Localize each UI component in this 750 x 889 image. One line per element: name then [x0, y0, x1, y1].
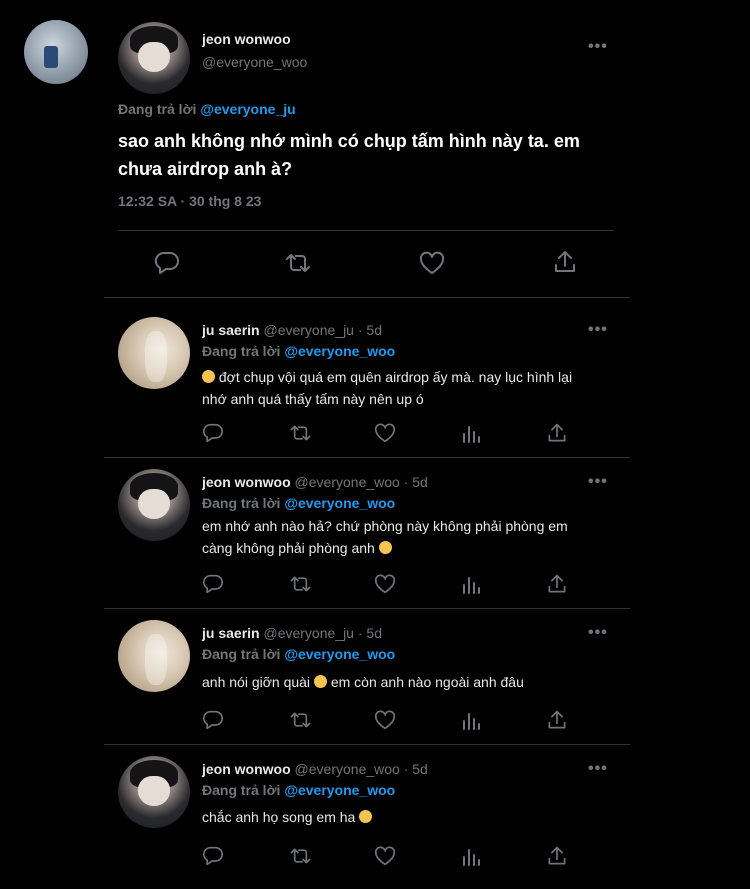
retweet-icon[interactable] — [288, 846, 313, 866]
reply-header: ju saerin @everyone_ju · 5d — [202, 322, 382, 338]
views-icon[interactable] — [461, 711, 481, 731]
more-icon[interactable]: ••• — [588, 760, 608, 778]
tweet-timestamp[interactable]: 12:32 SA · 30 thg 8 23 — [118, 193, 261, 209]
reply-text: em nhớ anh nào hả? chứ phòng này không p… — [202, 518, 568, 556]
heart-icon[interactable] — [373, 846, 397, 866]
reply-author-name[interactable]: jeon wonwoo — [202, 474, 291, 490]
emoji-icon — [359, 810, 373, 823]
reply-time[interactable]: · 5d — [404, 474, 428, 490]
replying-to-link[interactable]: @everyone_woo — [284, 343, 395, 359]
retweet-icon[interactable] — [283, 251, 313, 275]
reply-author-name[interactable]: ju saerin — [202, 322, 260, 338]
replying-prefix: Đang trả lời — [202, 646, 281, 662]
reply-icon[interactable] — [202, 846, 224, 866]
replying-to-line: Đang trả lời @everyone_ju — [118, 101, 296, 117]
views-icon[interactable] — [461, 575, 481, 595]
author-name[interactable]: jeon wonwoo — [202, 31, 291, 47]
author-handle[interactable]: @everyone_woo — [202, 54, 307, 70]
divider — [104, 297, 630, 298]
replying-to-line: Đang trả lời @everyone_woo — [202, 343, 395, 359]
reply-actions — [202, 423, 572, 445]
reply-avatar[interactable] — [118, 317, 190, 389]
replying-to-link[interactable]: @everyone_woo — [284, 495, 395, 511]
reply-avatar[interactable] — [118, 469, 190, 541]
more-icon[interactable]: ••• — [588, 473, 608, 491]
heart-icon[interactable] — [373, 574, 397, 594]
reply-text: đợt chụp vội quá em quên airdrop ấy mà. … — [202, 369, 573, 407]
retweet-icon[interactable] — [288, 423, 313, 443]
replying-to-line: Đang trả lời @everyone_woo — [202, 495, 395, 511]
reply-author-handle[interactable]: @everyone_woo — [295, 474, 400, 490]
more-icon[interactable]: ••• — [588, 321, 608, 339]
reply-avatar[interactable] — [118, 620, 190, 692]
replying-to-link[interactable]: @everyone_ju — [200, 101, 295, 117]
retweet-icon[interactable] — [288, 574, 313, 594]
reply-time[interactable]: · 5d — [358, 625, 382, 641]
share-icon[interactable] — [546, 422, 568, 444]
heart-icon[interactable] — [418, 251, 446, 275]
replying-to-line: Đang trả lời @everyone_woo — [202, 782, 395, 798]
heart-icon[interactable] — [373, 423, 397, 443]
share-icon[interactable] — [546, 573, 568, 595]
replying-to-link[interactable]: @everyone_woo — [284, 646, 395, 662]
divider — [104, 608, 630, 609]
profile-avatar[interactable] — [24, 20, 88, 84]
reply-time[interactable]: · 5d — [404, 761, 428, 777]
replying-prefix: Đang trả lời — [202, 343, 281, 359]
reply-author-handle[interactable]: @everyone_ju — [263, 322, 354, 338]
reply-author-handle[interactable]: @everyone_ju — [263, 625, 354, 641]
replying-prefix: Đang trả lời — [202, 495, 281, 511]
reply-icon[interactable] — [202, 574, 224, 594]
reply-avatar[interactable] — [118, 756, 190, 828]
reply-icon[interactable] — [202, 710, 224, 730]
reply-header: ju saerin @everyone_ju · 5d — [202, 625, 382, 641]
divider — [104, 744, 630, 745]
reply-time[interactable]: · 5d — [358, 322, 382, 338]
reply-author-name[interactable]: jeon wonwoo — [202, 761, 291, 777]
reply-header: jeon wonwoo @everyone_woo · 5d — [202, 761, 428, 777]
emoji-icon — [378, 541, 392, 554]
emoji-icon — [313, 675, 327, 688]
tweet-text: sao anh không nhớ mình có chụp tấm hình … — [118, 131, 580, 179]
more-icon[interactable]: ••• — [588, 38, 608, 56]
retweet-icon[interactable] — [288, 710, 313, 730]
reply-actions — [202, 710, 572, 732]
views-icon[interactable] — [461, 424, 481, 444]
reply-icon[interactable] — [202, 423, 224, 443]
share-icon[interactable] — [546, 709, 568, 731]
author-avatar[interactable] — [118, 22, 190, 94]
reply-author-name[interactable]: ju saerin — [202, 625, 260, 641]
reply-header: jeon wonwoo @everyone_woo · 5d — [202, 474, 428, 490]
replying-to-link[interactable]: @everyone_woo — [284, 782, 395, 798]
reply-author-handle[interactable]: @everyone_woo — [295, 761, 400, 777]
reply-icon[interactable] — [154, 251, 180, 275]
replying-prefix: Đang trả lời — [202, 782, 281, 798]
share-icon[interactable] — [546, 845, 568, 867]
divider — [118, 230, 614, 231]
reply-text: chắc anh họ song em ha — [202, 806, 602, 828]
reply-actions — [202, 574, 572, 596]
views-icon[interactable] — [461, 847, 481, 867]
reply-text: anh nói giỡn quài em còn anh nào ngoài a… — [202, 674, 524, 690]
more-icon[interactable]: ••• — [588, 624, 608, 642]
replying-prefix: Đang trả lời — [118, 101, 197, 117]
replying-to-line: Đang trả lời @everyone_woo — [202, 646, 395, 662]
share-icon[interactable] — [552, 249, 578, 275]
reply-actions — [202, 846, 572, 868]
heart-icon[interactable] — [373, 710, 397, 730]
main-tweet-actions — [150, 248, 590, 280]
divider — [104, 457, 630, 458]
emoji-icon — [202, 370, 215, 383]
